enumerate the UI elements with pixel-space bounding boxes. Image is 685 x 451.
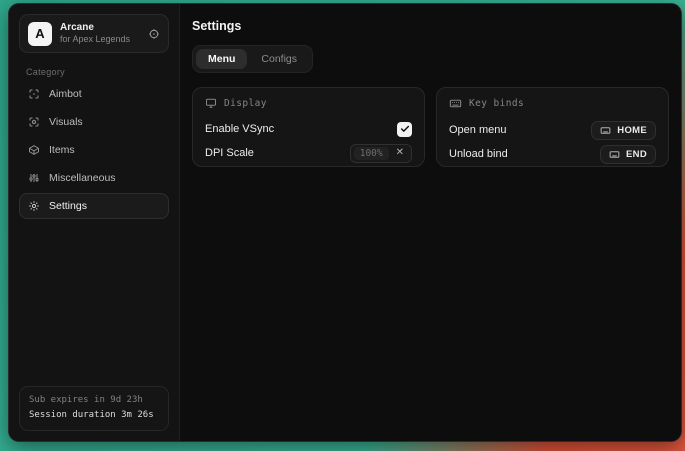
app-avatar: A bbox=[28, 22, 52, 46]
display-card: Display Enable VSync DPI Scale 100% ✕ bbox=[192, 87, 425, 167]
sidebar-nav: Aimbot Visuals bbox=[19, 81, 169, 219]
vsync-checkbox[interactable] bbox=[397, 122, 412, 137]
unload-bind-key: END bbox=[626, 149, 647, 160]
keybinds-card-header: Key binds bbox=[449, 97, 656, 110]
tab-configs[interactable]: Configs bbox=[249, 49, 309, 69]
main-panel: Settings Menu Configs Display bbox=[180, 4, 682, 441]
sidebar-item-label: Aimbot bbox=[49, 88, 82, 100]
crosshair-icon bbox=[28, 88, 40, 100]
sidebar-spacer bbox=[19, 219, 169, 386]
page-title: Settings bbox=[192, 19, 669, 33]
eye-scan-icon bbox=[28, 116, 40, 128]
dpi-row: DPI Scale 100% ✕ bbox=[205, 141, 412, 165]
sidebar-item-label: Miscellaneous bbox=[49, 172, 116, 184]
logo-card: A Arcane for Apex Legends bbox=[19, 14, 169, 53]
sidebar-item-miscellaneous[interactable]: Miscellaneous bbox=[19, 165, 169, 191]
vsync-label: Enable VSync bbox=[205, 123, 274, 135]
monitor-icon bbox=[205, 97, 217, 109]
open-menu-key: HOME bbox=[617, 125, 647, 136]
keyboard-icon bbox=[449, 97, 462, 110]
unload-keybind-button[interactable]: END bbox=[600, 145, 656, 164]
display-card-header: Display bbox=[205, 97, 412, 109]
subscription-status-card: Sub expires in 9d 23h Session duration 3… bbox=[19, 386, 169, 431]
keybinds-card-title: Key binds bbox=[469, 98, 524, 109]
gear-icon bbox=[28, 200, 40, 212]
unload-bind-label: Unload bind bbox=[449, 148, 508, 160]
logo-text: Arcane for Apex Legends bbox=[60, 22, 140, 46]
app-window: A Arcane for Apex Legends Category bbox=[8, 3, 682, 442]
tab-menu[interactable]: Menu bbox=[196, 49, 247, 69]
box-icon bbox=[28, 144, 40, 156]
sub-expiry-text: Sub expires in 9d 23h bbox=[29, 393, 159, 408]
clear-icon[interactable]: ✕ bbox=[396, 148, 404, 158]
vsync-row: Enable VSync bbox=[205, 117, 412, 141]
sidebar-item-settings[interactable]: Settings bbox=[19, 193, 169, 219]
session-duration-text: Session duration 3m 26s bbox=[29, 408, 159, 423]
dpi-value: 100% bbox=[354, 147, 389, 160]
sidebar-item-label: Visuals bbox=[49, 116, 83, 128]
target-icon[interactable] bbox=[148, 28, 160, 40]
tab-bar: Menu Configs bbox=[192, 45, 313, 73]
keybinds-card: Key binds Open menu HOME bbox=[436, 87, 669, 167]
sliders-icon bbox=[28, 172, 40, 184]
app-subtitle: for Apex Legends bbox=[60, 34, 140, 45]
dpi-scale-input[interactable]: 100% ✕ bbox=[350, 144, 412, 163]
sidebar: A Arcane for Apex Legends Category bbox=[9, 4, 180, 441]
sidebar-item-label: Items bbox=[49, 144, 75, 156]
sidebar-item-aimbot[interactable]: Aimbot bbox=[19, 81, 169, 107]
sidebar-item-label: Settings bbox=[49, 200, 87, 212]
open-menu-keybind-button[interactable]: HOME bbox=[591, 121, 656, 140]
open-menu-row: Open menu HOME bbox=[449, 118, 656, 142]
open-menu-label: Open menu bbox=[449, 124, 506, 136]
keyboard-icon bbox=[600, 125, 611, 136]
sidebar-item-items[interactable]: Items bbox=[19, 137, 169, 163]
display-card-title: Display bbox=[224, 98, 267, 109]
keyboard-icon bbox=[609, 149, 620, 160]
app-title: Arcane bbox=[60, 22, 140, 35]
checkmark-icon bbox=[400, 124, 410, 134]
dpi-label: DPI Scale bbox=[205, 147, 254, 159]
cards-row: Display Enable VSync DPI Scale 100% ✕ bbox=[192, 87, 669, 167]
sidebar-item-visuals[interactable]: Visuals bbox=[19, 109, 169, 135]
category-label: Category bbox=[26, 67, 169, 77]
unload-bind-row: Unload bind END bbox=[449, 142, 656, 166]
